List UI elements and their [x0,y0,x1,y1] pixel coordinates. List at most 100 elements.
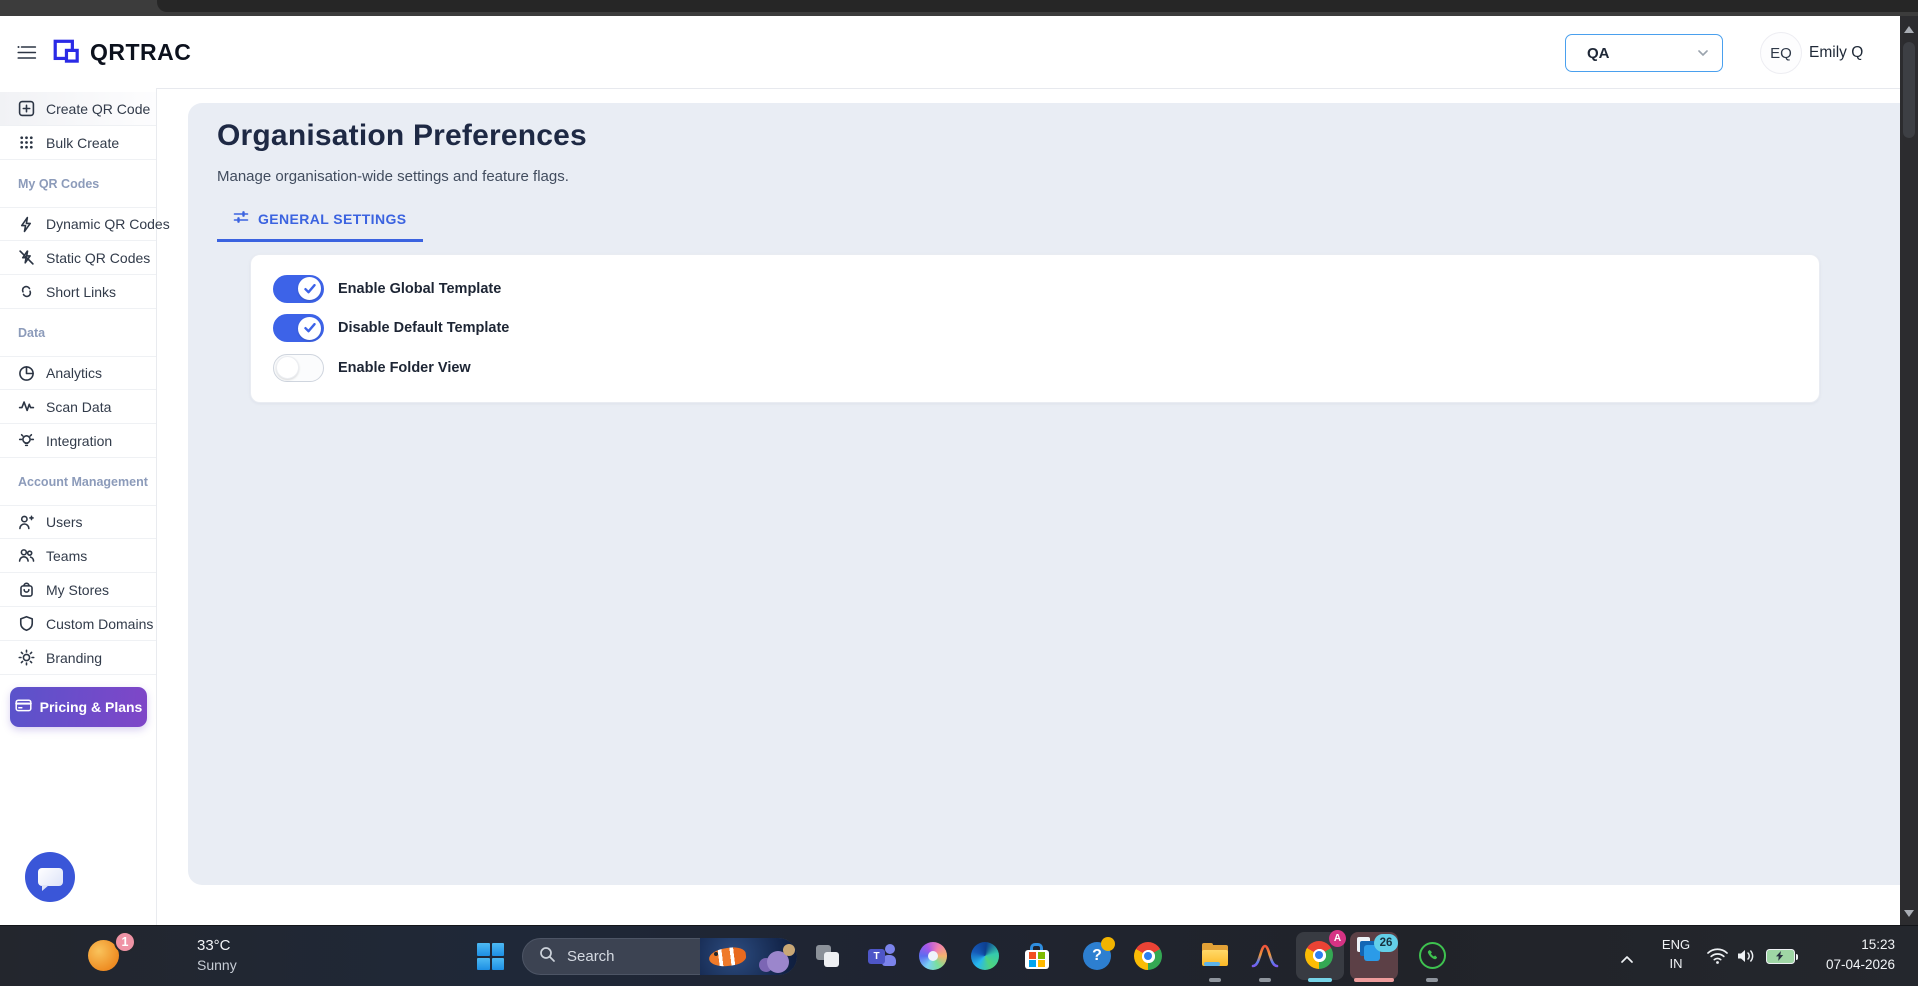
sidebar-item-custom-domains[interactable]: Custom Domains [0,607,156,641]
chrome-icon[interactable] [1133,941,1163,971]
sun-icon [18,649,35,666]
outlook-active-icon[interactable]: 26 [1350,932,1398,980]
sliders-icon [233,209,249,228]
sidebar-item-label: Users [46,514,83,530]
sidebar-item-label: Bulk Create [46,135,119,151]
sidebar-section-account-management: Account Management [0,458,156,506]
start-button[interactable] [477,943,504,970]
sidebar-item-create-qr-code[interactable]: Create QR Code [0,92,156,126]
scrollbar-thumb[interactable] [1903,42,1915,138]
sidebar-item-analytics[interactable]: Analytics [0,356,156,390]
wifi-icon[interactable] [1706,947,1729,970]
sidebar-item-teams[interactable]: Teams [0,539,156,573]
copilot-icon[interactable] [918,941,948,971]
page-subtitle: Manage organisation-wide settings and fe… [217,168,1900,185]
sidebar-item-label: Analytics [46,365,102,381]
sidebar: Create QR Code Bulk Create My QR Codes D… [0,88,157,925]
lightbulb-icon [18,432,35,449]
sidebar-item-short-links[interactable]: Short Links [0,275,156,309]
user-avatar[interactable]: EQ [1760,32,1802,74]
toggle-enable-folder-view[interactable] [273,354,324,382]
windows-taskbar: 1 33°C Sunny Search T ? [0,925,1918,986]
browser-top-strip [0,0,1918,16]
pricing-plans-button[interactable]: Pricing & Plans [10,687,147,727]
sidebar-item-label: Teams [46,548,87,564]
lightning-bolt-icon [18,216,35,233]
tray-overflow-chevron-icon[interactable] [1620,951,1634,969]
link-icon [18,283,35,300]
sidebar-item-static-qr-codes[interactable]: Static QR Codes [0,241,156,275]
activity-wave-icon [18,398,35,415]
language-indicator[interactable]: ENG IN [1652,936,1700,974]
running-indicator [1209,978,1221,982]
volume-icon[interactable] [1736,948,1756,969]
hamburger-menu-icon[interactable] [17,45,37,60]
tab-bar: GENERAL SETTINGS [217,207,1900,242]
microsoft-store-icon[interactable] [1022,941,1052,971]
search-icon [539,946,556,967]
sidebar-item-label: Integration [46,433,112,449]
chevron-down-icon [1698,44,1708,62]
file-explorer-icon[interactable] [1200,941,1230,971]
page-title: Organisation Preferences [217,119,1900,153]
sidebar-item-label: Static QR Codes [46,250,150,266]
sidebar-item-bulk-create[interactable]: Bulk Create [0,126,156,160]
toggle-enable-global-template[interactable] [273,275,324,303]
sidebar-item-label: Branding [46,650,102,666]
taskbar-search[interactable]: Search [522,938,797,975]
running-indicator [1426,978,1438,982]
brand-title: QRTRAC [90,39,191,66]
running-indicator [1259,978,1271,982]
outlook-unread-badge: 26 [1374,934,1398,952]
app-header: QRTRAC QA EQ Emily Q [0,16,1900,89]
toggle-disable-default-template[interactable] [273,314,324,342]
task-view-icon[interactable] [813,941,843,971]
get-help-icon[interactable]: ? [1082,941,1112,971]
chat-widget-button[interactable] [25,852,75,902]
user-name: Emily Q [1809,44,1863,62]
battery-charging-icon[interactable] [1766,949,1795,964]
grid-dots-icon [18,134,35,151]
chrome-profile-badge: A [1329,930,1346,947]
sidebar-item-scan-data[interactable]: Scan Data [0,390,156,424]
page-scrollbar[interactable] [1900,16,1918,925]
lightning-bolt-off-icon [18,249,35,266]
setting-label: Enable Folder View [338,360,471,376]
weather-condition: Sunny [197,957,237,973]
clock-time: 15:23 [1826,935,1895,955]
scroll-up-arrow-icon[interactable] [1904,26,1914,33]
sidebar-item-branding[interactable]: Branding [0,641,156,675]
sidebar-item-dynamic-qr-codes[interactable]: Dynamic QR Codes [0,207,156,241]
setting-row: Disable Default Template [273,309,1819,349]
sidebar-item-label: Custom Domains [46,616,153,632]
notification-dot [1101,937,1115,951]
scroll-down-arrow-icon[interactable] [1904,910,1914,917]
toggle-knob [276,356,299,379]
bell-curve-app-icon[interactable] [1250,941,1280,971]
sidebar-item-label: Create QR Code [46,101,150,117]
toggle-knob [298,277,321,300]
desktop-screen: QRTRAC QA EQ Emily Q Create QR Code Bulk… [0,0,1918,986]
weather-alert-badge: 1 [114,931,136,953]
search-placeholder: Search [567,948,615,965]
settings-card: Enable Global Template Disable Default T… [250,254,1820,403]
taskbar-clock[interactable]: 15:23 07-04-2026 [1826,935,1895,976]
setting-row: Enable Folder View [273,348,1819,388]
sidebar-item-integration[interactable]: Integration [0,424,156,458]
clock-date: 07-04-2026 [1826,955,1895,975]
tab-general-settings[interactable]: GENERAL SETTINGS [217,207,423,242]
teams-icon[interactable]: T [867,941,897,971]
sidebar-item-users[interactable]: Users [0,505,156,539]
tab-label: GENERAL SETTINGS [258,211,407,227]
pie-chart-icon [18,365,35,382]
active-indicator-outlook [1354,978,1394,982]
whatsapp-icon[interactable] [1417,941,1447,971]
org-selector-dropdown[interactable]: QA [1565,34,1723,72]
qrtrac-logo-icon [52,37,82,67]
edge-browser-icon[interactable] [970,941,1000,971]
sidebar-item-my-stores[interactable]: My Stores [0,573,156,607]
chrome-active-icon[interactable]: A [1296,932,1344,980]
chat-bubble-icon [38,868,63,886]
sidebar-item-label: Dynamic QR Codes [46,216,170,232]
setting-label: Disable Default Template [338,320,509,336]
